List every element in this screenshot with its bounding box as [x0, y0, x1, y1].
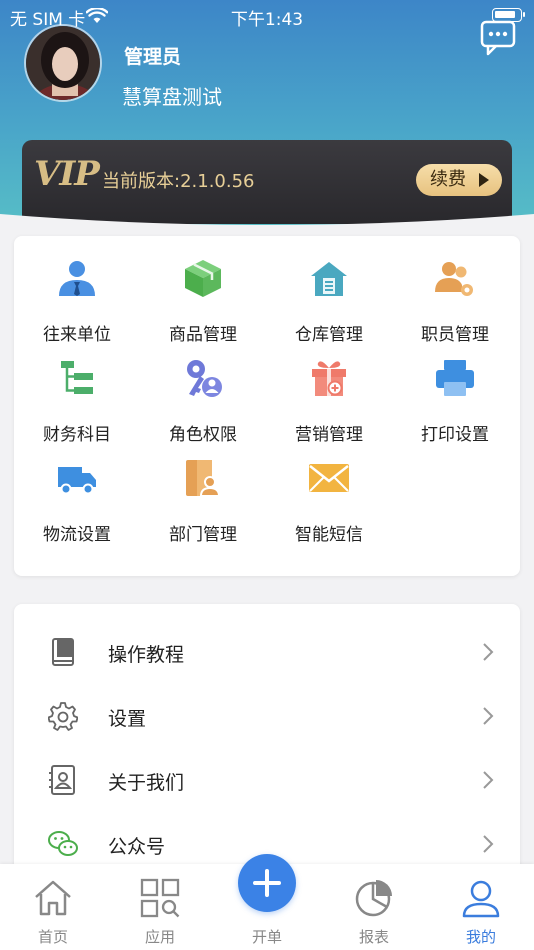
clock: 下午1:43 [230, 10, 304, 30]
chevron-right-icon [483, 771, 494, 789]
warehouse-icon [311, 262, 347, 296]
printer-icon [436, 360, 474, 396]
play-arrow-icon [479, 173, 489, 187]
apps-grid: 往来单位 商品管理 仓库管理 职员管理 财务科目 角色权限 营销管理 打印设置 … [14, 236, 520, 576]
user-name: 管理员 [124, 46, 182, 68]
staff-icon [435, 262, 473, 296]
wechat-icon [48, 831, 78, 856]
finance-tree-icon [61, 361, 93, 394]
product-box-icon [185, 260, 221, 297]
app-warehouse[interactable]: 仓库管理 [266, 236, 392, 345]
department-door-icon [186, 460, 221, 497]
avatar[interactable] [24, 24, 102, 102]
tab-label: 我的 [465, 928, 496, 946]
app-finance[interactable]: 财务科目 [14, 336, 140, 445]
chevron-right-icon [483, 835, 494, 853]
contact-person-icon [59, 261, 95, 296]
menu-label: 公众号 [108, 836, 166, 858]
app-logistics[interactable]: 物流设置 [14, 436, 140, 545]
menu-item-about[interactable]: 关于我们 [14, 748, 520, 812]
user-icon [462, 880, 500, 918]
app-label: 打印设置 [421, 425, 489, 445]
tab-label: 报表 [358, 928, 389, 946]
tab-label: 开单 [251, 928, 282, 946]
tab-reports[interactable]: 报表 [321, 864, 427, 950]
tab-home[interactable]: 首页 [0, 864, 106, 950]
create-order-button[interactable] [238, 854, 296, 912]
apps-grid-icon [140, 878, 180, 918]
contact-card-icon [49, 765, 75, 795]
app-label: 智能短信 [295, 525, 363, 545]
message-icon[interactable] [476, 14, 520, 58]
renew-label: 续费 [430, 169, 466, 190]
app-products[interactable]: 商品管理 [140, 236, 266, 345]
app-roles[interactable]: 角色权限 [140, 336, 266, 445]
gear-icon [48, 702, 78, 731]
settings-menu: 操作教程 设置 关于我们 公众号 [14, 604, 520, 894]
menu-label: 操作教程 [108, 644, 185, 666]
marketing-gift-icon [312, 361, 346, 396]
app-sms[interactable]: 智能短信 [266, 436, 392, 545]
home-icon [35, 880, 71, 916]
envelope-icon [309, 464, 349, 492]
menu-label: 设置 [108, 708, 147, 730]
header-wave [0, 214, 534, 240]
menu-item-tutorial[interactable]: 操作教程 [14, 620, 520, 684]
chevron-right-icon [483, 707, 494, 725]
pie-chart-icon [355, 880, 392, 917]
app-staff[interactable]: 职员管理 [392, 236, 518, 345]
role-key-icon [187, 360, 222, 397]
vip-logo: VIP [34, 154, 100, 194]
app-marketing[interactable]: 营销管理 [266, 336, 392, 445]
plus-icon [253, 869, 281, 897]
tab-mine[interactable]: 我的 [428, 864, 534, 950]
tab-label: 首页 [37, 928, 68, 946]
app-print[interactable]: 打印设置 [392, 336, 518, 445]
truck-icon [58, 467, 96, 495]
app-department[interactable]: 部门管理 [140, 436, 266, 545]
app-label: 物流设置 [43, 525, 111, 545]
book-icon [52, 638, 74, 666]
menu-item-settings[interactable]: 设置 [14, 684, 520, 748]
tab-label: 应用 [144, 928, 175, 946]
app-label: 部门管理 [169, 525, 237, 545]
app-contacts[interactable]: 往来单位 [14, 236, 140, 345]
menu-label: 关于我们 [108, 772, 185, 794]
tab-apps[interactable]: 应用 [107, 864, 213, 950]
company-name: 慧算盘测试 [122, 85, 222, 109]
chevron-right-icon [483, 643, 494, 661]
